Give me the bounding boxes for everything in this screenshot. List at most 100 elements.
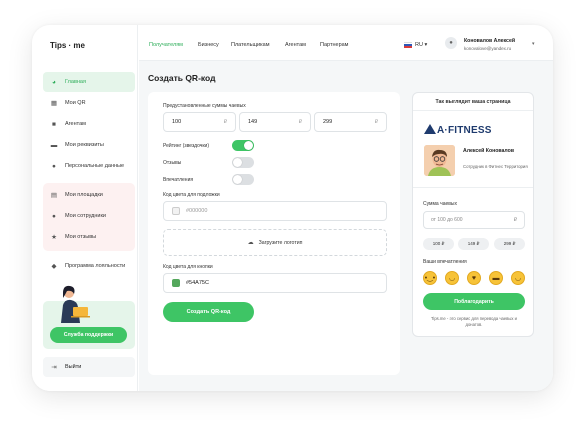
currency-label: ₽ [513, 217, 517, 223]
page-title: Создать QR-код [148, 73, 216, 83]
nav-partners[interactable]: Партнерам [320, 42, 348, 48]
tip-chip-100[interactable]: 100 ₽ [423, 238, 454, 250]
emoji-smile-icon[interactable]: ◡ [511, 271, 525, 285]
sidebar-item-label: Мои площадки [65, 192, 103, 198]
logout-button[interactable]: ⇥ Выйти [43, 357, 135, 377]
preset-input-1[interactable]: 100 ₽ [163, 112, 236, 132]
preset-value: 100 [172, 119, 182, 125]
employee-name: Алексей Коновалов [463, 148, 515, 154]
reviews-toggle[interactable] [232, 157, 254, 168]
employee-photo [424, 145, 455, 176]
sidebar-item-label: Мои реквизиты [65, 142, 104, 148]
flag-icon [404, 42, 412, 48]
btn-color-label: Код цвета для кнопки [163, 264, 213, 270]
brand-name: A·FITNESS [437, 125, 492, 136]
card-icon: ▬ [50, 141, 58, 149]
qr-form-card: Предустановленные суммы чаевых 100 ₽ 149 ₽… [148, 92, 400, 375]
nav-payers[interactable]: Плательщикам [231, 42, 269, 48]
sidebar-item-reviews[interactable]: ★ Мои отзывы [43, 227, 135, 247]
preview-header: Так выглядит ваша страница [413, 93, 533, 111]
brand-triangle-icon [424, 124, 436, 134]
btn-color-swatch [172, 279, 180, 287]
sidebar-item-my-qr[interactable]: ▦ Мои QR [43, 93, 135, 113]
pie-chart-icon: ◕ [52, 78, 56, 86]
impressions-toggle[interactable] [232, 174, 254, 185]
presets-label: Предустановленные суммы чаевых [163, 103, 246, 109]
user-name: Коновалов Алексей [464, 38, 516, 44]
bg-color-swatch [172, 207, 180, 215]
upload-logo-button[interactable]: ☁ Загрузите логотип [163, 229, 387, 256]
sidebar-item-label: Программа лояльности [65, 263, 126, 269]
logout-icon: ⇥ [51, 364, 57, 371]
support-illustration [61, 285, 90, 323]
bg-color-label: Код цвета для подложки [163, 192, 220, 198]
main-content: Создать QR-код Предустановленные суммы ч… [139, 61, 553, 391]
reviews-toggle-label: Отзывы [163, 160, 182, 166]
bg-color-input[interactable]: #000000 [163, 201, 387, 221]
currency-label: ₽ [223, 119, 227, 125]
chevron-down-icon[interactable]: ▾ [532, 41, 535, 47]
nav-agents[interactable]: Агентам [285, 42, 306, 48]
sidebar-item-requisites[interactable]: ▬ Мои реквизиты [43, 135, 135, 155]
preset-value: 299 [323, 119, 333, 125]
support-button[interactable]: Служба поддержки [50, 327, 127, 343]
emoji-neutral-icon[interactable]: •‿• [423, 271, 437, 285]
rating-toggle-label: Рейтинг (звездочки) [163, 143, 209, 149]
briefcase-icon: ■ [52, 120, 56, 128]
logout-label: Выйти [65, 364, 82, 370]
preset-input-3[interactable]: 299 ₽ [314, 112, 387, 132]
avatar[interactable]: ● [445, 37, 457, 49]
page-preview: Так выглядит ваша страница A·FITNESS Але… [412, 92, 534, 337]
employee-avatar-icon [424, 145, 455, 176]
qr-icon: ▦ [50, 100, 58, 107]
thank-button[interactable]: Поблагодарить [423, 293, 525, 310]
document-icon: ▤ [50, 192, 58, 199]
user-icon: ● [52, 162, 56, 170]
currency-label: ₽ [298, 119, 302, 125]
btn-color-input[interactable]: #54A75C [163, 273, 387, 293]
sidebar-item-personal-data[interactable]: ● Персональные данные [43, 156, 135, 176]
sidebar: Tips · me ◕ Главная ▦ Мои QR ■ Агентам ▬… [32, 25, 138, 391]
nav-business[interactable]: Бизнесу [198, 42, 219, 48]
app-window: Tips · me ◕ Главная ▦ Мои QR ■ Агентам ▬… [32, 25, 553, 391]
preset-input-2[interactable]: 149 ₽ [239, 112, 311, 132]
sidebar-item-home[interactable]: ◕ Главная [43, 72, 135, 92]
brand-logo: A·FITNESS [424, 124, 492, 136]
emoji-happy-icon[interactable]: ◡ [445, 271, 459, 285]
sidebar-item-venues[interactable]: ▤ Мои площадки [43, 185, 135, 205]
sidebar-item-agents[interactable]: ■ Агентам [43, 114, 135, 134]
star-icon: ★ [51, 234, 57, 241]
tag-icon: ◆ [51, 263, 57, 270]
preset-value: 149 [248, 119, 258, 125]
upload-icon: ☁ [247, 240, 254, 246]
emoji-love-icon[interactable]: ♥ [467, 271, 481, 285]
bg-color-placeholder: #000000 [186, 208, 208, 214]
sidebar-item-label: Агентам [65, 121, 86, 127]
btn-color-value: #54A75C [186, 280, 209, 286]
tip-chip-149[interactable]: 149 ₽ [458, 238, 489, 250]
users-icon: ● [52, 212, 56, 220]
sidebar-item-label: Мои сотрудники [65, 213, 106, 219]
top-header: Получателям Бизнесу Плательщикам Агентам… [139, 25, 553, 61]
sidebar-item-loyalty[interactable]: ◆ Программа лояльности [43, 256, 135, 276]
create-qr-button[interactable]: Создать QR-код [163, 302, 254, 322]
rating-toggle[interactable] [232, 140, 254, 151]
tip-amount-input[interactable]: от 100 до 600 ₽ [423, 211, 525, 229]
currency-label: ₽ [374, 119, 378, 125]
sidebar-item-employees[interactable]: ● Мои сотрудники [43, 206, 135, 226]
sidebar-item-label: Главная [65, 79, 86, 85]
preview-footer: Tips.me - это сервис для перевода чаевых… [430, 316, 518, 327]
language-value: RU [415, 42, 423, 48]
language-select[interactable]: RU ▾ [415, 42, 427, 48]
sidebar-item-label: Персональные данные [65, 163, 125, 169]
impressions-toggle-label: Впечатления [163, 177, 194, 183]
nav-recipients[interactable]: Получателям [149, 42, 183, 48]
logo[interactable]: Tips · me [50, 41, 85, 50]
sidebar-item-label: Мои QR [65, 100, 86, 106]
tip-chip-299[interactable]: 299 ₽ [494, 238, 525, 250]
tip-amount-label: Сумма чаевых [423, 201, 458, 207]
employee-role: Сотрудник в Фитнес Территория [463, 164, 528, 169]
emoji-cool-icon[interactable]: ▬ [489, 271, 503, 285]
divider [413, 187, 533, 188]
sidebar-item-label: Мои отзывы [65, 234, 97, 240]
